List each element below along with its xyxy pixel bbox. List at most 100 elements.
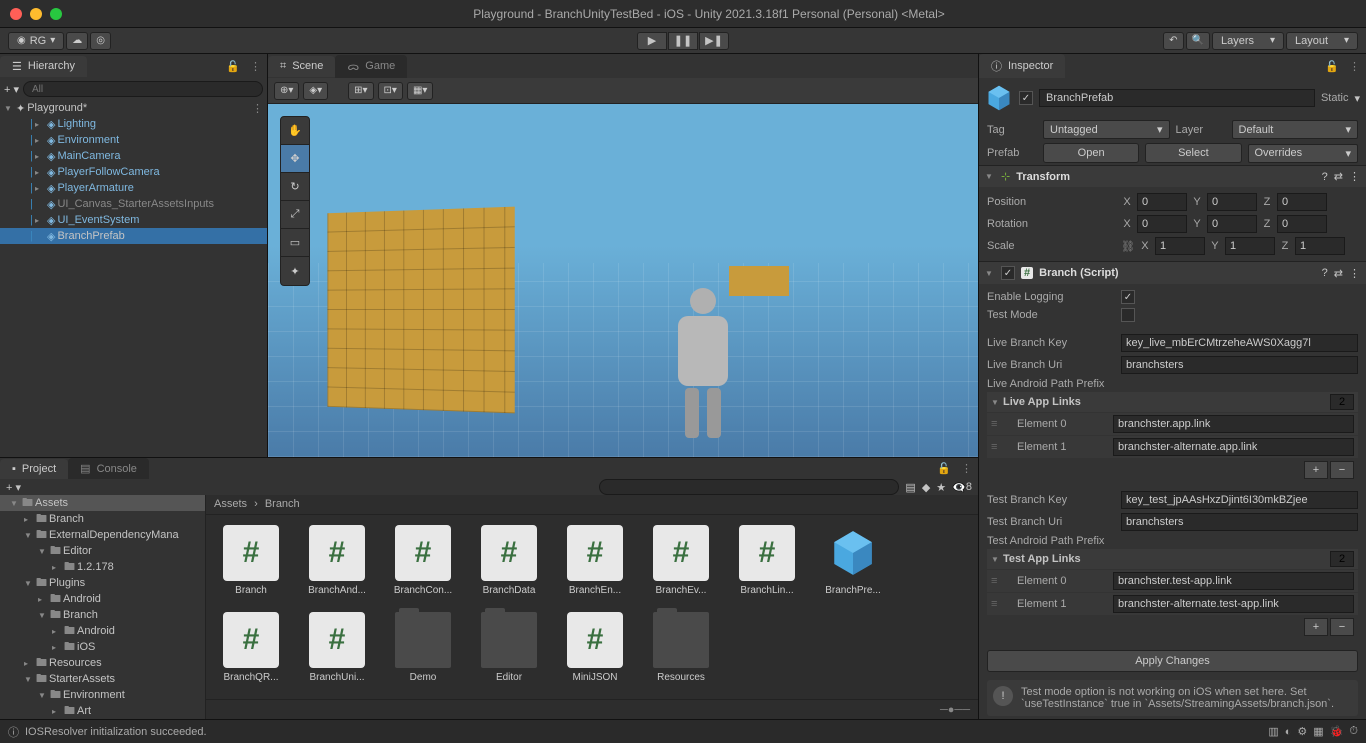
- move-tool[interactable]: ✥: [281, 145, 309, 173]
- status-icon[interactable]: ▦: [1313, 725, 1323, 738]
- close-window-button[interactable]: [10, 8, 22, 20]
- asset-item[interactable]: #Branch: [216, 525, 286, 596]
- expand-icon[interactable]: ▼: [10, 499, 20, 508]
- panel-menu-icon[interactable]: ⋮: [1343, 60, 1366, 73]
- drag-handle-icon[interactable]: ≡: [991, 598, 1005, 610]
- expand-icon[interactable]: ▼: [38, 691, 48, 700]
- maximize-window-button[interactable]: [50, 8, 62, 20]
- expand-icon[interactable]: ▼: [38, 547, 48, 556]
- expand-icon[interactable]: ▼: [38, 611, 48, 620]
- expand-icon[interactable]: ▼: [24, 531, 34, 540]
- help-icon[interactable]: ?: [1322, 267, 1328, 279]
- expand-icon[interactable]: ▼: [4, 104, 14, 113]
- layout-dropdown[interactable]: Layout▾: [1286, 32, 1358, 50]
- hierarchy-item[interactable]: |◈BranchPrefab: [0, 228, 267, 244]
- rot-y-input[interactable]: [1207, 215, 1257, 233]
- expand-icon[interactable]: ▸: [52, 643, 62, 652]
- asset-item[interactable]: #BranchEv...: [646, 525, 716, 596]
- scale-tool[interactable]: ⤢: [281, 201, 309, 229]
- live-links-header[interactable]: ▼Live App Links: [987, 392, 1358, 412]
- folder-row[interactable]: ▸🖿iOS: [0, 639, 205, 655]
- preset-icon[interactable]: ⇄: [1334, 170, 1343, 183]
- constrain-icon[interactable]: ⛓: [1121, 240, 1135, 253]
- lock-icon[interactable]: 🔓: [222, 60, 244, 73]
- expand-icon[interactable]: ▸: [35, 120, 45, 129]
- hierarchy-item[interactable]: |▸◈Environment: [0, 132, 267, 148]
- minimize-window-button[interactable]: [30, 8, 42, 20]
- cloud-button[interactable]: ☁: [66, 32, 88, 50]
- step-button[interactable]: ▶❚: [699, 32, 729, 50]
- test-el1-input[interactable]: [1113, 595, 1354, 613]
- hierarchy-item[interactable]: |▸◈UI_EventSystem: [0, 212, 267, 228]
- asset-item[interactable]: #BranchAnd...: [302, 525, 372, 596]
- remove-item-button[interactable]: −: [1330, 461, 1354, 479]
- expand-icon[interactable]: ▸: [35, 152, 45, 161]
- game-tab[interactable]: ᯅ Game: [335, 55, 407, 78]
- list-item[interactable]: ≡Element 1: [987, 436, 1358, 458]
- prefab-overrides-dropdown[interactable]: Overrides▾: [1248, 144, 1359, 163]
- rotate-tool[interactable]: ↻: [281, 173, 309, 201]
- folder-row[interactable]: ▼🖿Plugins: [0, 575, 205, 591]
- filter-icon[interactable]: ◆: [922, 481, 930, 494]
- breadcrumb-current[interactable]: Branch: [265, 498, 300, 510]
- status-icon[interactable]: ⏱: [1349, 725, 1358, 738]
- live-el0-input[interactable]: [1113, 415, 1354, 433]
- asset-item[interactable]: #BranchCon...: [388, 525, 458, 596]
- panel-menu-icon[interactable]: ⋮: [244, 60, 267, 73]
- drag-handle-icon[interactable]: ≡: [991, 575, 1005, 587]
- hierarchy-item[interactable]: |▸◈PlayerArmature: [0, 180, 267, 196]
- expand-icon[interactable]: ▸: [35, 136, 45, 145]
- scene-tab[interactable]: ⌗ Scene: [268, 56, 335, 77]
- list-item[interactable]: ≡Element 1: [987, 593, 1358, 615]
- help-icon[interactable]: ?: [1322, 171, 1328, 183]
- expand-icon[interactable]: ▸: [24, 659, 34, 668]
- asset-item[interactable]: #BranchData: [474, 525, 544, 596]
- expand-icon[interactable]: ▸: [52, 563, 62, 572]
- test-key-input[interactable]: [1121, 491, 1358, 509]
- asset-item[interactable]: #MiniJSON: [560, 612, 630, 683]
- play-button[interactable]: ▶: [637, 32, 667, 50]
- pos-y-input[interactable]: [1207, 193, 1257, 211]
- gameobject-name-input[interactable]: [1039, 89, 1315, 107]
- asset-item[interactable]: #BranchUni...: [302, 612, 372, 683]
- hierarchy-search[interactable]: [23, 81, 263, 97]
- tag-dropdown[interactable]: Untagged▾: [1043, 120, 1170, 139]
- increment-button[interactable]: ▦▾: [407, 82, 433, 100]
- asset-item[interactable]: #BranchEn...: [560, 525, 630, 596]
- hidden-icon[interactable]: 👁‍🗨8: [952, 481, 972, 494]
- apply-changes-button[interactable]: Apply Changes: [987, 650, 1358, 672]
- status-icon[interactable]: ◐: [1285, 726, 1292, 738]
- scene-row[interactable]: ▼ ✦ Playground* ⋮: [0, 100, 267, 116]
- panel-menu-icon[interactable]: ⋮: [955, 462, 978, 475]
- scl-y-input[interactable]: [1225, 237, 1275, 255]
- services-button[interactable]: ◎: [90, 32, 111, 50]
- folder-row[interactable]: ▼🖿StarterAssets: [0, 671, 205, 687]
- scene-menu-icon[interactable]: ⋮: [252, 102, 263, 115]
- folder-row[interactable]: ▼🖿ExternalDependencyMana: [0, 527, 205, 543]
- status-icon[interactable]: ▥: [1268, 725, 1278, 738]
- list-item[interactable]: ≡Element 0: [987, 570, 1358, 592]
- enable-logging-checkbox[interactable]: [1121, 290, 1135, 304]
- expand-icon[interactable]: ▸: [35, 184, 45, 193]
- add-button[interactable]: + ▾: [6, 481, 21, 494]
- project-tab[interactable]: ▪ Project: [0, 459, 68, 479]
- lock-icon[interactable]: 🔓: [933, 462, 955, 475]
- asset-item[interactable]: Resources: [646, 612, 716, 683]
- hierarchy-item[interactable]: |▸◈Lighting: [0, 116, 267, 132]
- drag-handle-icon[interactable]: ≡: [991, 418, 1005, 430]
- folder-row[interactable]: ▼🖿Assets: [0, 495, 205, 511]
- test-links-header[interactable]: ▼Test App Links: [987, 549, 1358, 569]
- search-button[interactable]: 🔍: [1186, 32, 1210, 50]
- static-dropdown-icon[interactable]: ▾: [1354, 92, 1360, 105]
- expand-icon[interactable]: ▸: [35, 216, 45, 225]
- search-mode-icon[interactable]: ▤: [905, 481, 915, 494]
- transform-tool[interactable]: ✦: [281, 257, 309, 285]
- breadcrumb-root[interactable]: Assets: [214, 498, 247, 510]
- preset-icon[interactable]: ⇄: [1334, 267, 1343, 280]
- rot-z-input[interactable]: [1277, 215, 1327, 233]
- prefab-open-button[interactable]: Open: [1043, 143, 1139, 163]
- asset-item[interactable]: Editor: [474, 612, 544, 683]
- pivot-button[interactable]: ⊕▾: [274, 82, 299, 100]
- live-uri-input[interactable]: [1121, 356, 1358, 374]
- expand-icon[interactable]: ▼: [24, 579, 34, 588]
